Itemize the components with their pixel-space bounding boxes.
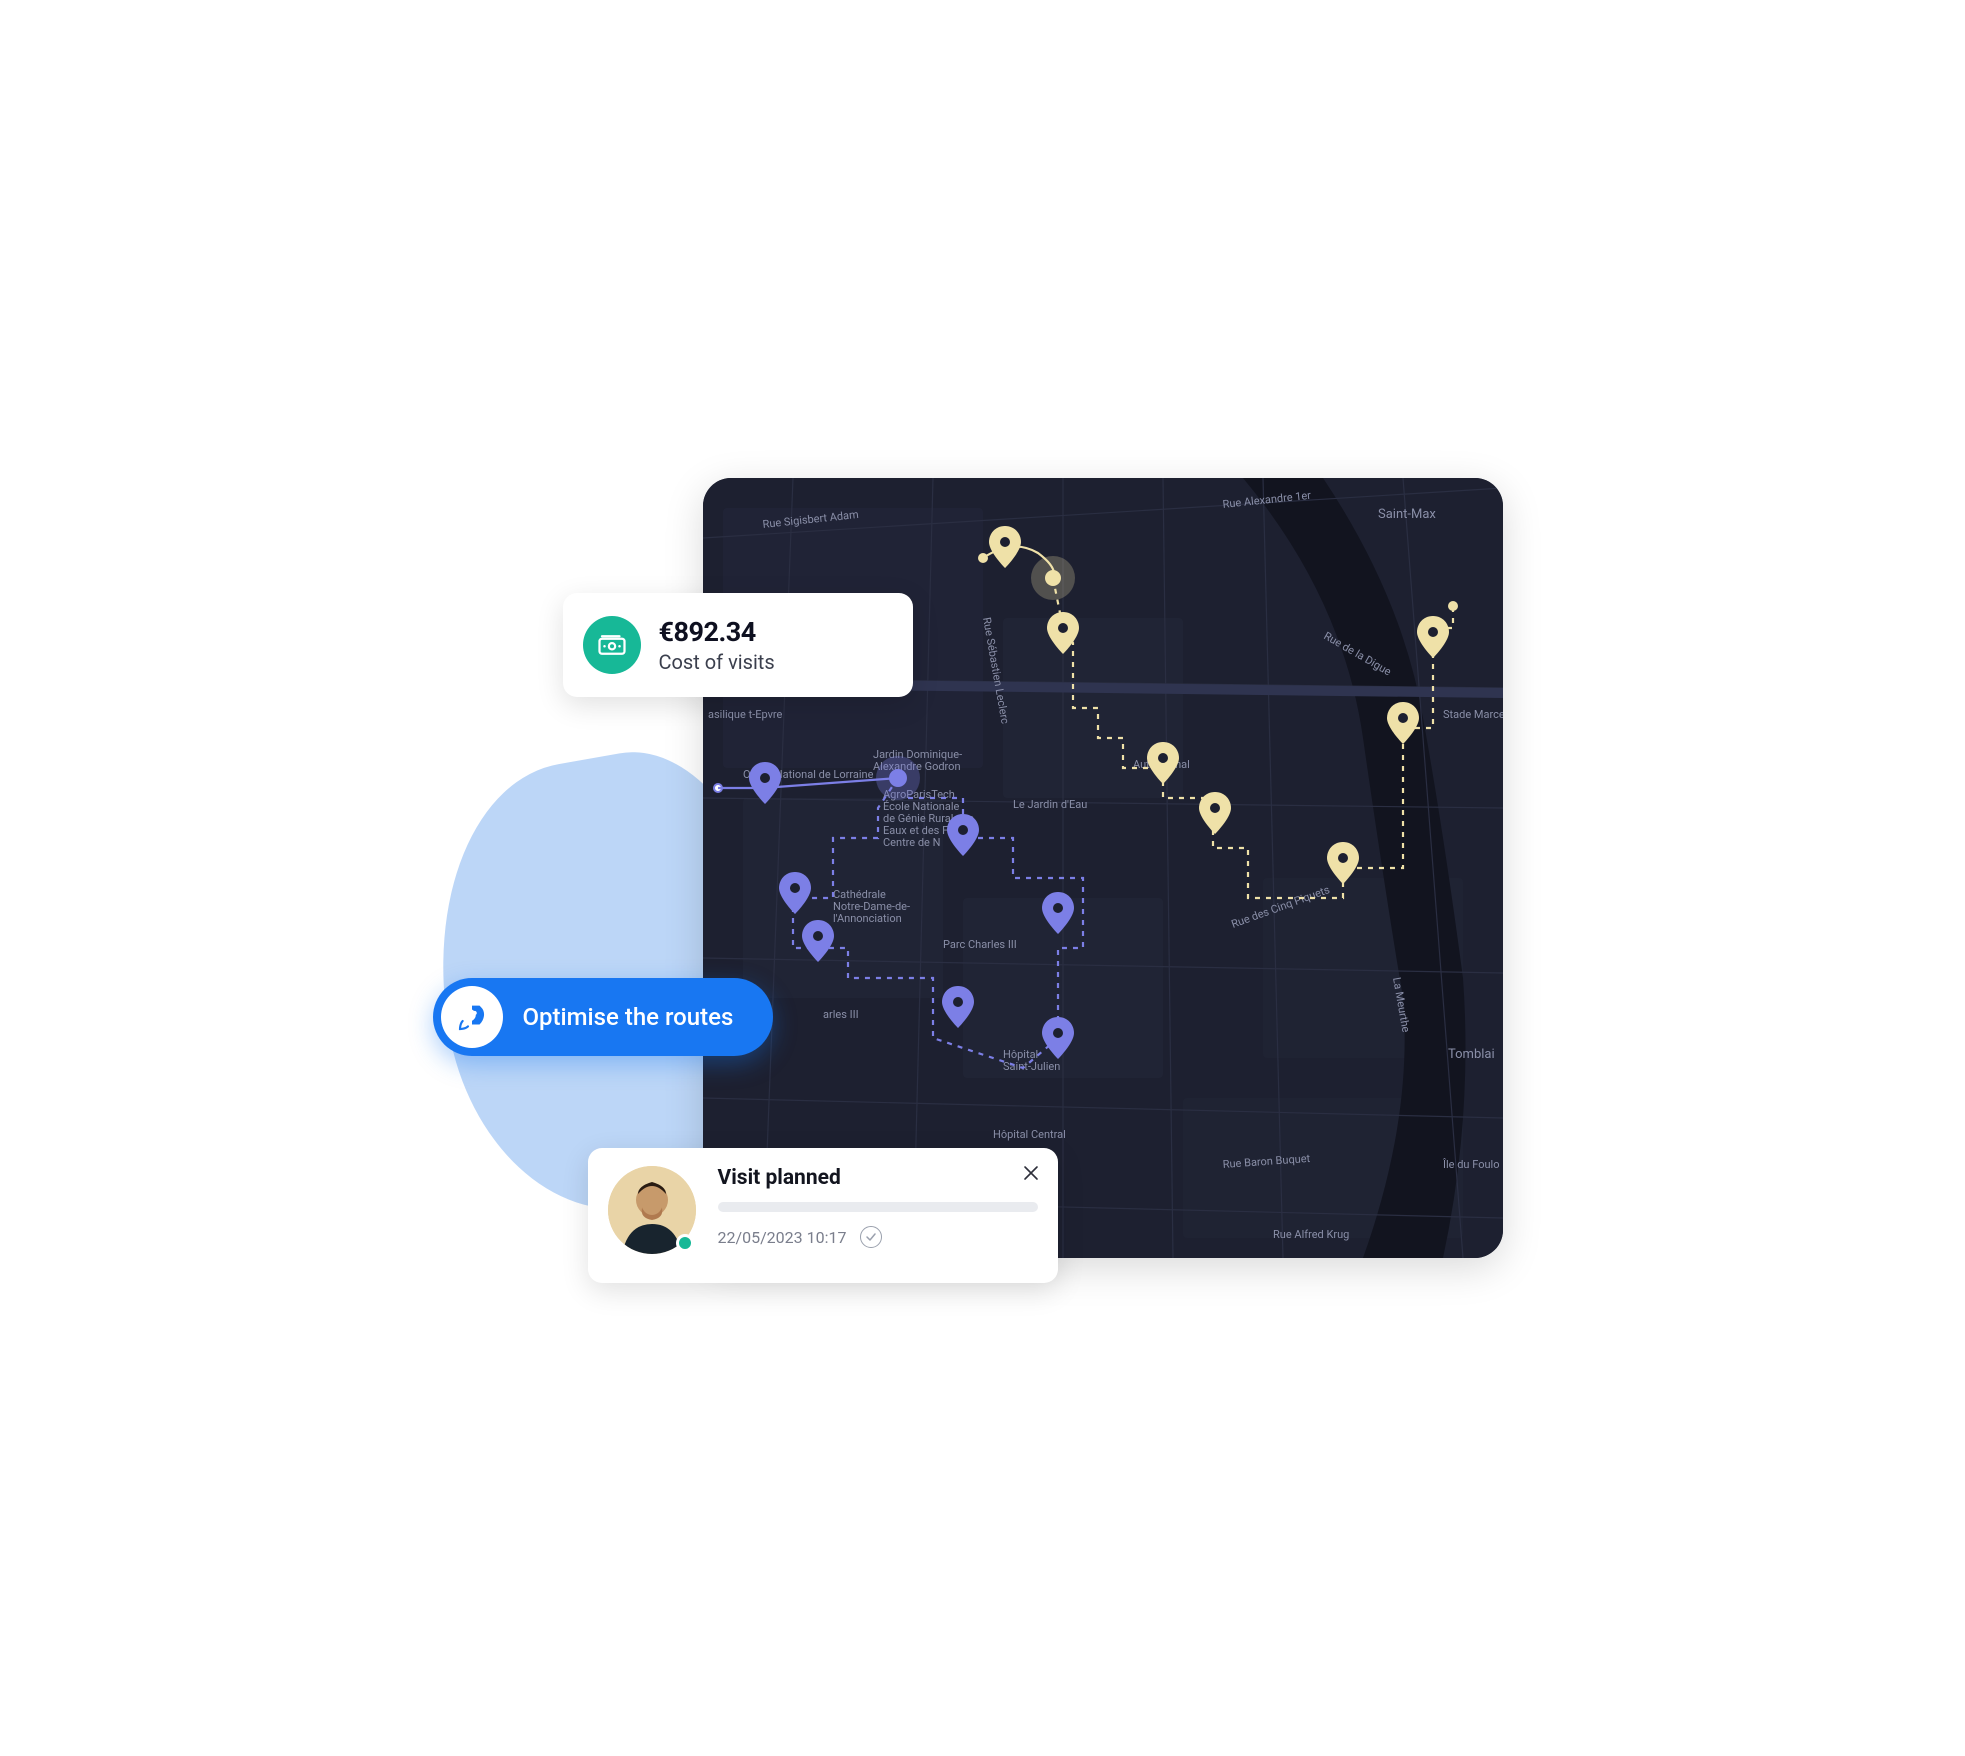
poi-label: asilique t-Epvre [708, 708, 783, 721]
rocket-icon [441, 986, 503, 1048]
presence-indicator [676, 1234, 694, 1252]
cost-amount: €892.34 [659, 616, 775, 648]
poi-label: arles III [823, 1008, 859, 1021]
close-icon[interactable] [1022, 1164, 1040, 1182]
poi-label: Stade Marce [1443, 708, 1503, 721]
optimise-button-label: Optimise the routes [523, 1003, 734, 1031]
check-circle-icon [860, 1226, 882, 1248]
poi-label: Parc Charles III [943, 938, 1017, 951]
optimise-routes-button[interactable]: Optimise the routes [433, 978, 774, 1056]
street-label: Rue Alfred Krug [1273, 1228, 1349, 1241]
visit-title: Visit planned [718, 1166, 1038, 1190]
street-label: Le Jardin d'Eau [1013, 798, 1087, 811]
poi-label: Hôpital Central [993, 1128, 1066, 1141]
money-icon [583, 616, 641, 674]
progress-bar [718, 1202, 1038, 1212]
district-label: Tomblai [1448, 1047, 1495, 1062]
street-label: Île du Foulo [1442, 1158, 1499, 1171]
district-label: Saint-Max [1378, 507, 1436, 522]
visit-planned-card: Visit planned 22/05/2023 10:17 [588, 1148, 1058, 1283]
avatar [608, 1166, 696, 1254]
cost-label: Cost of visits [659, 650, 775, 674]
cost-of-visits-card: €892.34 Cost of visits [563, 593, 913, 697]
visit-datetime: 22/05/2023 10:17 [718, 1228, 847, 1247]
